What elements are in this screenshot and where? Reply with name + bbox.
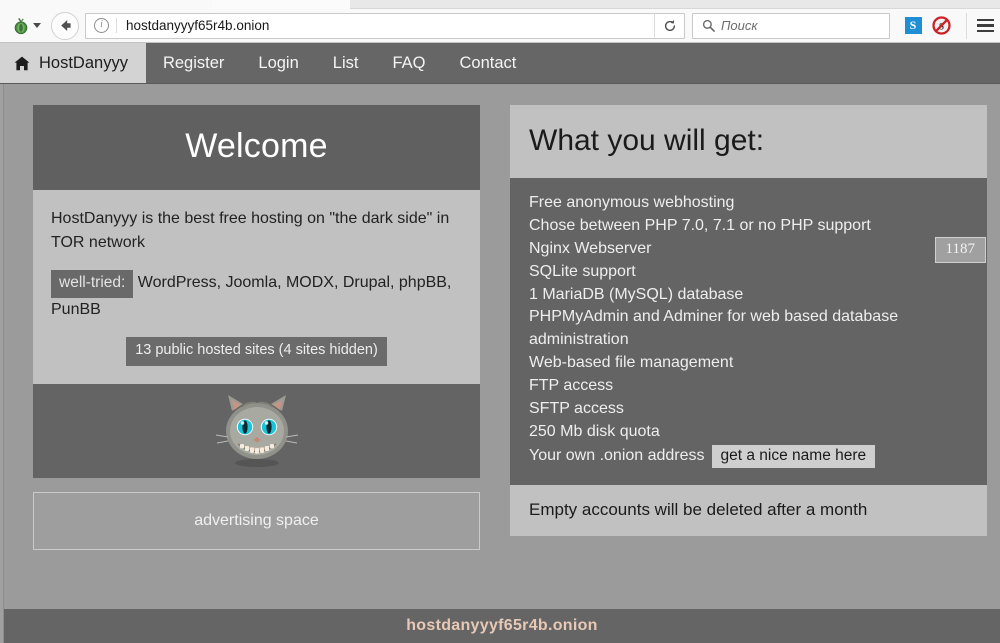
welcome-panel: Welcome HostDanyyy is the best free host… <box>33 105 480 550</box>
hosted-sites-badge[interactable]: 13 public hosted sites (4 sites hidden) <box>126 337 387 365</box>
search-icon <box>702 19 715 32</box>
onion-icon <box>12 17 30 35</box>
features-list: Free anonymous webhosting Chose between … <box>510 178 987 485</box>
welcome-body: HostDanyyy is the best free hosting on "… <box>33 190 480 384</box>
browser-menu-button[interactable] <box>966 13 994 39</box>
get-nice-name-button[interactable]: get a nice name here <box>712 445 876 468</box>
url-input[interactable]: hostdanyyyf65r4b.onion <box>116 18 654 33</box>
feature-item: FTP access <box>529 375 968 398</box>
noscript-icon: S <box>932 16 951 35</box>
nav-item-label: Login <box>258 54 298 73</box>
well-tried-badge: well-tried: <box>51 270 133 298</box>
cheshire-cat-image <box>212 391 302 471</box>
advertising-space-label: advertising space <box>194 512 319 530</box>
back-arrow-icon <box>58 18 73 33</box>
nav-item-contact[interactable]: Contact <box>442 43 533 83</box>
reload-button[interactable] <box>654 14 684 38</box>
nav-brand-label: HostDanyyy <box>39 54 128 73</box>
onion-address-label: Your own .onion address <box>529 447 705 464</box>
page-content: Welcome HostDanyyy is the best free host… <box>0 84 1000 643</box>
search-input[interactable]: Поиск <box>721 18 889 33</box>
features-panel: What you will get: Free anonymous webhos… <box>510 105 987 550</box>
browser-navigation-toolbar: i hostdanyyyf65r4b.onion Поиск S <box>0 9 1000 43</box>
feature-item: 250 Mb disk quota <box>529 421 968 444</box>
tab-strip[interactable] <box>0 0 1000 9</box>
nav-item-label: List <box>333 54 359 73</box>
home-icon <box>14 56 30 71</box>
feature-item: Free anonymous webhosting <box>529 192 968 215</box>
browser-tab-inactive[interactable] <box>212 0 350 9</box>
cat-image-panel <box>33 384 480 478</box>
onion-address-row: Your own .onion address get a nice name h… <box>529 445 968 468</box>
nav-item-label: FAQ <box>392 54 425 73</box>
hamburger-bar <box>977 19 994 22</box>
nav-item-label: Register <box>163 54 224 73</box>
caret-down-icon <box>33 23 41 28</box>
sites-badge-row: 13 public hosted sites (4 sites hidden) <box>51 337 462 365</box>
feature-item: Web-based file management <box>529 352 968 375</box>
hamburger-bar <box>977 30 994 33</box>
noscript-button[interactable]: S <box>928 13 954 39</box>
site-info-icon[interactable]: i <box>94 18 109 33</box>
site-navigation-bar: HostDanyyy Register Login List FAQ Conta… <box>0 43 1000 84</box>
extension-icons: S S <box>900 13 954 39</box>
page-left-edge <box>0 84 4 643</box>
tor-button[interactable] <box>6 17 47 35</box>
nav-item-login[interactable]: Login <box>241 43 315 83</box>
https-everywhere-button[interactable]: S <box>900 13 926 39</box>
feature-item: Chose between PHP 7.0, 7.1 or no PHP sup… <box>529 215 968 238</box>
feature-item: SFTP access <box>529 398 968 421</box>
feature-item: 1 MariaDB (MySQL) database <box>529 284 968 307</box>
hamburger-bar <box>977 24 994 27</box>
reload-icon <box>663 19 677 33</box>
back-button[interactable] <box>51 12 79 40</box>
feature-item: PHPMyAdmin and Adminer for web based dat… <box>529 306 968 352</box>
feature-item: SQLite support <box>529 261 968 284</box>
features-title: What you will get: <box>510 105 987 178</box>
nav-item-hostdanyyy[interactable]: HostDanyyy <box>0 43 146 83</box>
feature-item: Nginx Webserver <box>529 238 968 261</box>
advertising-space[interactable]: advertising space <box>33 492 480 550</box>
well-tried-row: well-tried: WordPress, Joomla, MODX, Dru… <box>51 270 462 321</box>
search-bar[interactable]: Поиск <box>692 13 890 39</box>
panels-container: Welcome HostDanyyy is the best free host… <box>0 84 1000 550</box>
welcome-intro-text: HostDanyyy is the best free hosting on "… <box>51 207 462 254</box>
site-footer: hostdanyyyf65r4b.onion <box>4 609 1000 643</box>
nav-item-label: Contact <box>459 54 516 73</box>
nav-item-list[interactable]: List <box>316 43 376 83</box>
browser-chrome: i hostdanyyyf65r4b.onion Поиск S <box>0 0 1000 43</box>
nav-item-register[interactable]: Register <box>146 43 241 83</box>
features-footer-note: Empty accounts will be deleted after a m… <box>510 485 987 536</box>
https-everywhere-icon: S <box>905 17 922 34</box>
nav-item-faq[interactable]: FAQ <box>375 43 442 83</box>
url-bar[interactable]: i hostdanyyyf65r4b.onion <box>85 13 685 39</box>
welcome-title: Welcome <box>33 105 480 190</box>
visitor-counter-badge: 1187 <box>935 237 986 263</box>
